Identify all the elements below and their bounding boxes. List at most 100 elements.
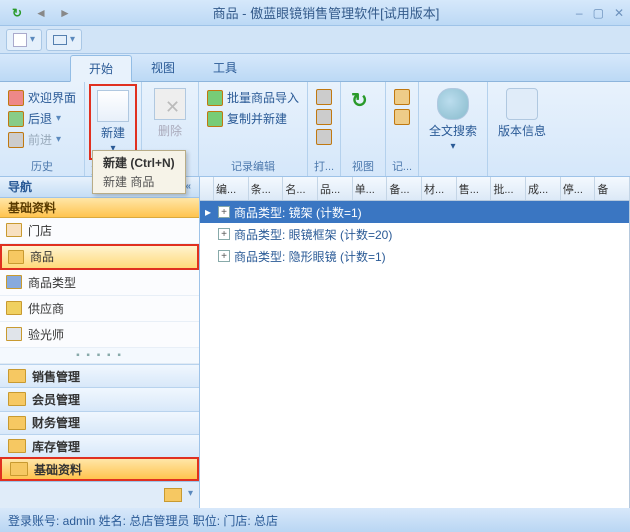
- ribbon-label-memo: 记...: [390, 156, 414, 176]
- folder-icon[interactable]: [164, 488, 182, 502]
- status-bar: 登录账号: admin 姓名: 总店管理员 职位: 门店: 总店: [0, 508, 630, 532]
- folder-icon: [8, 369, 26, 383]
- grid-col-cost[interactable]: 成...: [526, 177, 561, 200]
- print-btn-3[interactable]: [312, 128, 336, 146]
- ribbon-group-search: 全文搜索▾: [419, 82, 488, 176]
- delete-button[interactable]: ✕ 删除: [146, 84, 194, 143]
- maximize-icon[interactable]: ▢: [593, 6, 604, 20]
- tooltip-new: 新建 (Ctrl+N) 新建 商品: [92, 150, 186, 194]
- ribbon-group-version: 版本信息: [488, 82, 556, 176]
- window-title: 商品 - 傲蓝眼镜销售管理软件[试用版本]: [76, 3, 576, 22]
- fulltext-search-button[interactable]: 全文搜索▾: [423, 84, 483, 156]
- nav-item-store[interactable]: 门店: [0, 218, 199, 244]
- nav-pane: 导航 « 基础资料 门店 商品 商品类型 供应商 验光师 ▪ ▪ ▪ ▪ ▪ 销…: [0, 177, 200, 508]
- title-bar: ↻ ◄ ► 商品 - 傲蓝眼镜销售管理软件[试用版本] – ▢ ✕: [0, 0, 630, 26]
- ribbon-group-print: 打...: [308, 82, 341, 176]
- folder-icon: [8, 416, 26, 430]
- nav-item-product[interactable]: 商品: [0, 244, 199, 270]
- copy-new-button[interactable]: 复制并新建: [203, 109, 303, 128]
- chevron-down-icon[interactable]: ▾: [188, 488, 193, 499]
- delete-icon: ✕: [154, 88, 186, 120]
- memo-btn-2[interactable]: [390, 108, 414, 126]
- grid-col-material[interactable]: 材...: [422, 177, 457, 200]
- nav-back-icon[interactable]: ◄: [30, 3, 52, 23]
- expand-icon[interactable]: +: [218, 206, 230, 218]
- grid-col-brand[interactable]: 品...: [318, 177, 353, 200]
- grid-group-row[interactable]: ▸ + 商品类型: 镜架 (计数=1): [200, 201, 629, 223]
- grid-col-name[interactable]: 名...: [283, 177, 318, 200]
- grid-col-price[interactable]: 售...: [457, 177, 492, 200]
- info-icon: [506, 88, 538, 120]
- ribbon-label-history: 历史: [4, 156, 80, 176]
- status-text: 登录账号: admin 姓名: 总店管理员 职位: 门店: 总店: [8, 512, 278, 529]
- folder-open-icon: [10, 462, 28, 476]
- folder-icon: [8, 392, 26, 406]
- refresh-icon[interactable]: ↻: [6, 3, 28, 23]
- nav-collapse-icon[interactable]: «: [185, 181, 191, 192]
- grid-header-selector[interactable]: [200, 177, 214, 200]
- nav-footer: ▾: [0, 481, 199, 508]
- card-icon: [6, 327, 22, 341]
- nav-forward-icon[interactable]: ►: [54, 3, 76, 23]
- expand-icon[interactable]: +: [218, 250, 230, 262]
- nav-item-optometrist[interactable]: 验光师: [0, 322, 199, 348]
- tab-start[interactable]: 开始: [70, 55, 132, 82]
- welcome-button[interactable]: 欢迎界面: [4, 88, 80, 107]
- tab-view[interactable]: 视图: [132, 54, 194, 81]
- expand-icon[interactable]: +: [218, 228, 230, 240]
- tag-icon: [6, 275, 22, 289]
- nav-resize-handle[interactable]: ▪ ▪ ▪ ▪ ▪: [0, 348, 199, 364]
- memo-btn-1[interactable]: [390, 88, 414, 106]
- content-area: 编... 条... 名... 品... 单... 备... 材... 售... …: [200, 177, 630, 508]
- quick-access-bar: ▾ ▾: [0, 26, 630, 54]
- nav-item-supplier[interactable]: 供应商: [0, 296, 199, 322]
- ribbon-label-record: 记录编辑: [203, 156, 303, 176]
- folder-icon: [8, 250, 24, 264]
- person-icon: [6, 301, 22, 315]
- grid-header: 编... 条... 名... 品... 单... 备... 材... 售... …: [200, 177, 630, 201]
- nav-cat-finance[interactable]: 财务管理: [0, 411, 199, 434]
- back-button[interactable]: 后退▾: [4, 109, 80, 128]
- nav-items: 门店 商品 商品类型 供应商 验光师: [0, 218, 199, 348]
- new-button[interactable]: 新建▾: [89, 84, 137, 160]
- ribbon-group-view: ↻ 视图: [341, 82, 386, 176]
- layout-button[interactable]: ▾: [46, 29, 82, 51]
- grid-col-unit[interactable]: 单...: [353, 177, 388, 200]
- search-icon: [437, 88, 469, 120]
- grid-col-note[interactable]: 备: [595, 177, 630, 200]
- grid-group-row[interactable]: + 商品类型: 眼镜框架 (计数=20): [200, 223, 629, 245]
- ribbon-label-print: 打...: [312, 156, 336, 176]
- version-info-button[interactable]: 版本信息: [492, 84, 552, 143]
- nav-cat-member[interactable]: 会员管理: [0, 387, 199, 410]
- close-icon[interactable]: ✕: [614, 6, 624, 20]
- grid-col-stop[interactable]: 停...: [561, 177, 596, 200]
- print-btn-2[interactable]: [312, 108, 336, 126]
- ribbon-label-view: 视图: [345, 156, 381, 176]
- grid-col-batch[interactable]: 批...: [491, 177, 526, 200]
- nav-cat-base[interactable]: 基础资料: [0, 457, 199, 481]
- refresh-view-button[interactable]: ↻: [345, 84, 381, 116]
- nav-item-category[interactable]: 商品类型: [0, 270, 199, 296]
- tab-tools[interactable]: 工具: [194, 54, 256, 81]
- ribbon-group-memo: 记...: [386, 82, 419, 176]
- minimize-icon[interactable]: –: [576, 6, 583, 20]
- grid-group-row[interactable]: + 商品类型: 隐形眼镜 (计数=1): [200, 245, 629, 267]
- tooltip-sub: 新建 商品: [103, 173, 175, 190]
- grid-col-remark[interactable]: 备...: [387, 177, 422, 200]
- nav-cat-stock[interactable]: 库存管理: [0, 434, 199, 457]
- tooltip-title: 新建 (Ctrl+N): [103, 154, 175, 171]
- grid-body: ▸ + 商品类型: 镜架 (计数=1) + 商品类型: 眼镜框架 (计数=20)…: [200, 201, 630, 508]
- app-menu-button[interactable]: ▾: [6, 29, 42, 51]
- ribbon-group-record: 批量商品导入 复制并新建 记录编辑: [199, 82, 308, 176]
- new-file-icon: [97, 90, 129, 122]
- print-btn-1[interactable]: [312, 88, 336, 106]
- ribbon-tabs: 开始 视图 工具: [0, 54, 630, 82]
- forward-button[interactable]: 前进▾: [4, 130, 80, 149]
- grid-col-barcode[interactable]: 条...: [249, 177, 284, 200]
- bulk-import-button[interactable]: 批量商品导入: [203, 88, 303, 107]
- grid-col-code[interactable]: 编...: [214, 177, 249, 200]
- nav-cat-sales[interactable]: 销售管理: [0, 364, 199, 387]
- nav-section-header[interactable]: 基础资料: [0, 198, 199, 218]
- folder-icon: [8, 439, 26, 453]
- row-indicator-icon: ▸: [202, 205, 214, 219]
